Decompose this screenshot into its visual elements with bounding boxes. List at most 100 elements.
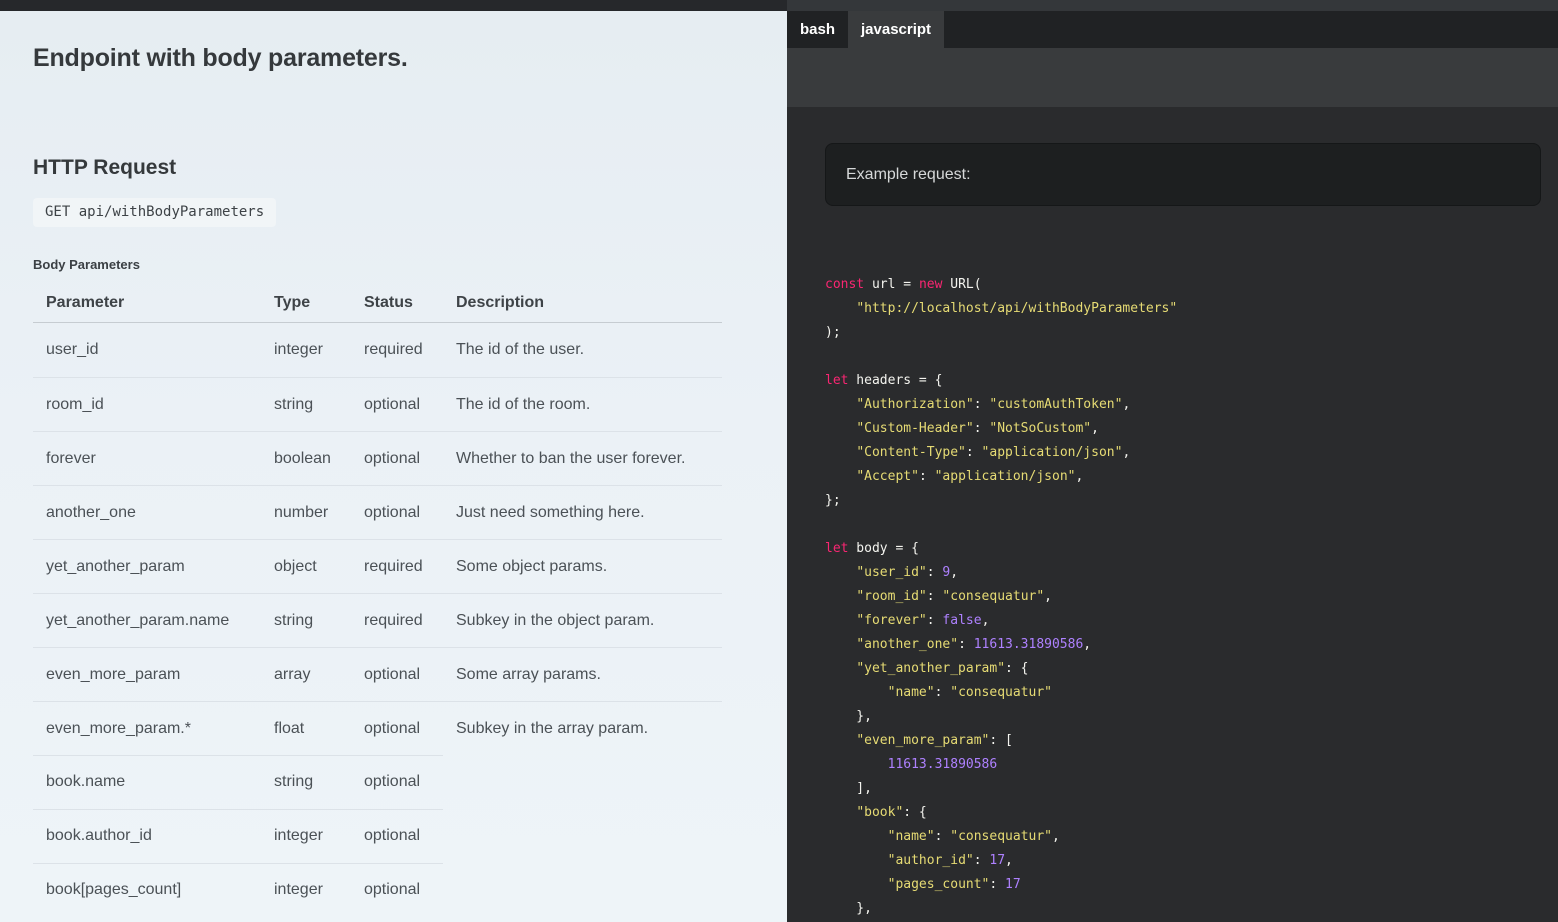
code-line <box>825 345 1558 369</box>
tabbar-band <box>787 48 1558 107</box>
param-status-cell: optional <box>351 720 443 738</box>
param-status-cell: optional <box>351 881 443 899</box>
code-line: "room_id": "consequatur", <box>825 585 1558 609</box>
code-line: "author_id": 17, <box>825 849 1558 873</box>
example-request-code: const url = new URL( "http://localhost/a… <box>825 273 1558 921</box>
code-line: "even_more_param": [ <box>825 729 1558 753</box>
body-parameters-heading: Body Parameters <box>33 257 787 273</box>
param-type-cell: float <box>261 720 351 738</box>
param-type-cell: integer <box>261 881 351 899</box>
column-header-description: Description <box>443 294 722 312</box>
param-type-cell: array <box>261 666 351 684</box>
code-line: "forever": false, <box>825 609 1558 633</box>
param-status-cell: optional <box>351 827 443 845</box>
table-row: even_more_param.*floatoptionalSubkey in … <box>33 701 722 755</box>
table-row: foreverbooleanoptionalWhether to ban the… <box>33 431 722 485</box>
param-name-cell: user_id <box>33 341 261 359</box>
code-line: }, <box>825 705 1558 729</box>
column-header-status: Status <box>351 294 443 312</box>
code-line: const url = new URL( <box>825 273 1558 297</box>
param-name-cell: another_one <box>33 504 261 522</box>
param-type-cell: string <box>261 396 351 414</box>
code-line: "Custom-Header": "NotSoCustom", <box>825 417 1558 441</box>
param-type-cell: string <box>261 773 351 791</box>
language-tabbar: bash javascript <box>787 11 1558 48</box>
param-name-cell: yet_another_param.name <box>33 612 261 630</box>
table-row: book.author_idintegeroptional <box>33 809 722 863</box>
param-status-cell: required <box>351 341 443 359</box>
param-type-cell: boolean <box>261 450 351 468</box>
code-line: "another_one": 11613.31890586, <box>825 633 1558 657</box>
tab-bash[interactable]: bash <box>787 11 848 48</box>
http-method: GET <box>45 204 70 220</box>
param-description-cell: Subkey in the object param. <box>443 612 722 630</box>
table-row: another_onenumberoptionalJust need somet… <box>33 485 722 539</box>
doc-panel: Endpoint with body parameters. HTTP Requ… <box>0 11 787 922</box>
param-status-cell: optional <box>351 773 443 791</box>
endpoint-path: api/withBodyParameters <box>79 204 264 220</box>
body-parameters-table: Parameter Type Status Description user_i… <box>33 283 722 917</box>
code-line: ], <box>825 777 1558 801</box>
code-line: "Accept": "application/json", <box>825 465 1558 489</box>
endpoint-badge: GET api/withBodyParameters <box>33 198 276 227</box>
param-name-cell: book.name <box>33 773 261 791</box>
param-description-cell: Subkey in the array param. <box>443 720 722 738</box>
param-name-cell: room_id <box>33 396 261 414</box>
param-description-cell: Some object params. <box>443 558 722 576</box>
param-name-cell: yet_another_param <box>33 558 261 576</box>
param-name-cell: book.author_id <box>33 827 261 845</box>
table-row: yet_another_paramobjectrequiredSome obje… <box>33 539 722 593</box>
table-body: user_idintegerrequiredThe id of the user… <box>33 323 722 917</box>
column-header-parameter: Parameter <box>33 294 261 312</box>
param-status-cell: optional <box>351 504 443 522</box>
code-line: }, <box>825 897 1558 921</box>
code-line: "http://localhost/api/withBodyParameters… <box>825 297 1558 321</box>
column-header-type: Type <box>261 294 351 312</box>
page-title: Endpoint with body parameters. <box>33 43 787 73</box>
code-line: ); <box>825 321 1558 345</box>
code-area: Example request: const url = new URL( "h… <box>787 107 1558 922</box>
param-type-cell: object <box>261 558 351 576</box>
param-description-cell: Whether to ban the user forever. <box>443 450 722 468</box>
code-line: "user_id": 9, <box>825 561 1558 585</box>
param-description-cell: The id of the room. <box>443 396 722 414</box>
param-name-cell: forever <box>33 450 261 468</box>
tab-javascript[interactable]: javascript <box>848 11 944 48</box>
code-line: 11613.31890586 <box>825 753 1558 777</box>
code-line: "name": "consequatur" <box>825 681 1558 705</box>
table-row: user_idintegerrequiredThe id of the user… <box>33 323 722 377</box>
table-header-row: Parameter Type Status Description <box>33 283 722 323</box>
top-bar <box>0 0 1558 11</box>
code-panel: bash javascript Example request: const u… <box>787 11 1558 922</box>
page: Endpoint with body parameters. HTTP Requ… <box>0 11 1558 922</box>
code-line: "yet_another_param": { <box>825 657 1558 681</box>
code-line: let body = { <box>825 537 1558 561</box>
http-request-heading: HTTP Request <box>33 156 787 180</box>
code-line: let headers = { <box>825 369 1558 393</box>
param-description-cell: Some array params. <box>443 666 722 684</box>
code-line: "Content-Type": "application/json", <box>825 441 1558 465</box>
table-row: room_idstringoptionalThe id of the room. <box>33 377 722 431</box>
param-status-cell: required <box>351 612 443 630</box>
param-name-cell: book[pages_count] <box>33 881 261 899</box>
param-status-cell: optional <box>351 666 443 684</box>
param-name-cell: even_more_param <box>33 666 261 684</box>
param-type-cell: integer <box>261 827 351 845</box>
param-type-cell: integer <box>261 341 351 359</box>
param-type-cell: number <box>261 504 351 522</box>
param-description-cell: Just need something here. <box>443 504 722 522</box>
param-status-cell: required <box>351 558 443 576</box>
table-row: book[pages_count]integeroptional <box>33 863 722 917</box>
code-line: "name": "consequatur", <box>825 825 1558 849</box>
param-name-cell: even_more_param.* <box>33 720 261 738</box>
code-line: "book": { <box>825 801 1558 825</box>
param-status-cell: optional <box>351 450 443 468</box>
example-request-label: Example request: <box>846 166 971 184</box>
code-line: "Authorization": "customAuthToken", <box>825 393 1558 417</box>
example-request-box: Example request: <box>825 143 1541 206</box>
table-row: yet_another_param.namestringrequiredSubk… <box>33 593 722 647</box>
code-line: }; <box>825 489 1558 513</box>
code-line: "pages_count": 17 <box>825 873 1558 897</box>
param-description-cell: The id of the user. <box>443 341 722 359</box>
table-row: even_more_paramarrayoptionalSome array p… <box>33 647 722 701</box>
